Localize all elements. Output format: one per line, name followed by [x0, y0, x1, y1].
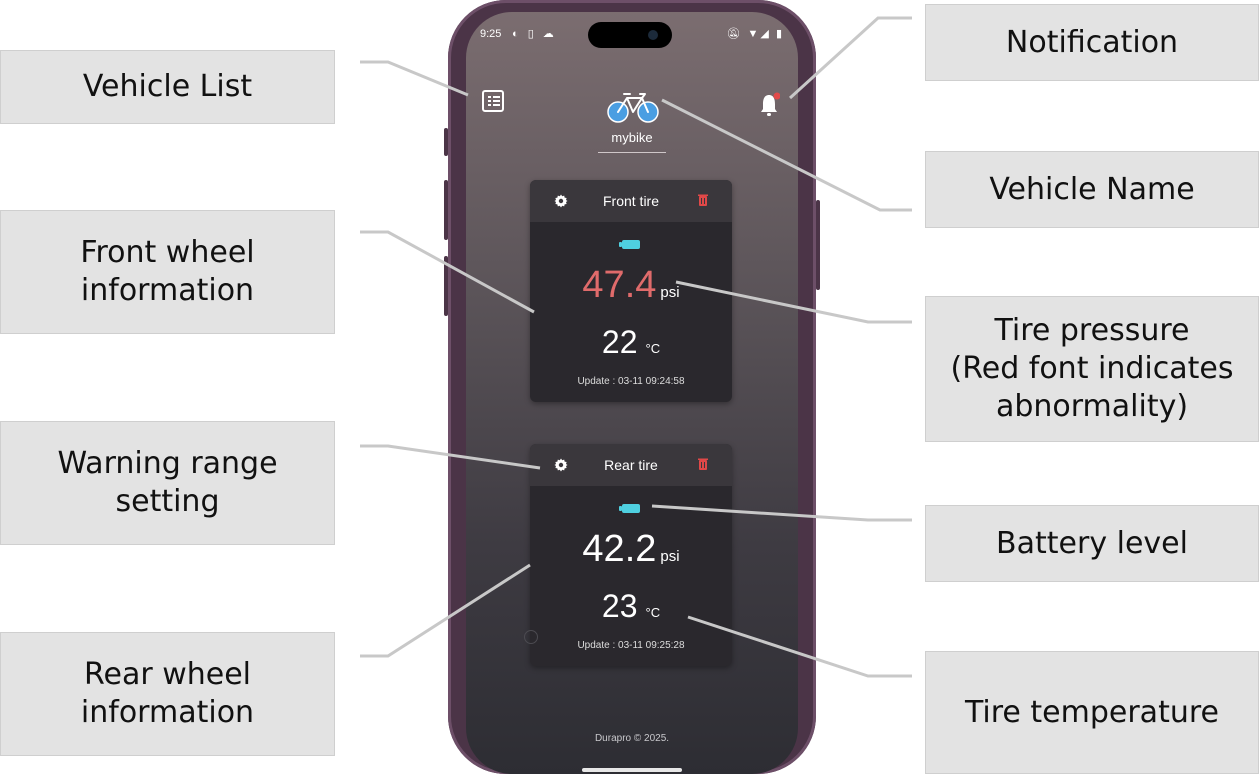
status-right-icons: 🔕︎ ▼◢ ▮	[726, 28, 784, 40]
front-temperature: 22 °C	[530, 324, 732, 361]
bike-icon	[607, 93, 659, 123]
status-left-icons: ◐ ▯ ☁	[512, 28, 557, 40]
callout-rear-wheel-info: Rear wheel information	[0, 632, 335, 756]
front-battery-icon	[619, 240, 640, 249]
callout-tire-temperature: Tire temperature	[925, 651, 1259, 774]
status-time: 9:25	[480, 28, 502, 40]
vehicle-list-icon[interactable]	[482, 90, 504, 112]
front-update-time: Update : 03-11 09:24:58	[577, 376, 685, 387]
rear-battery-icon	[619, 504, 640, 513]
camera-icon	[648, 30, 658, 40]
callout-vehicle-list: Vehicle List	[0, 50, 335, 124]
front-pressure: 47.4 psi	[530, 264, 732, 307]
callout-warning-range: Warning range setting	[0, 421, 335, 545]
rear-tire-card: Rear tire 42.2 psi 23 °C Update : 03-11 09…	[530, 444, 732, 666]
rear-temperature-unit: °C	[645, 605, 661, 620]
callout-notification: Notification	[925, 4, 1259, 81]
faint-circle-marker	[524, 630, 538, 644]
notification-bell-icon[interactable]	[758, 92, 780, 118]
front-pressure-unit: psi	[660, 284, 680, 301]
camera-island	[588, 22, 672, 48]
vehicle-name-underline	[598, 152, 666, 153]
rear-delete-trash-icon[interactable]	[698, 458, 708, 470]
front-delete-trash-icon[interactable]	[698, 194, 708, 206]
phone-side-button	[444, 128, 448, 156]
front-tire-card: Front tire 47.4 psi 22 °C Update : 03-11 0…	[530, 180, 732, 402]
rear-pressure: 42.2 psi	[530, 528, 732, 571]
rear-pressure-unit: psi	[660, 548, 680, 565]
app-screen: 9:25 ◐ ▯ ☁ 🔕︎ ▼◢ ▮ mybike Front tire 47.…	[466, 12, 798, 774]
rear-temperature: 23 °C	[530, 588, 732, 625]
phone-volume-up	[444, 180, 448, 240]
home-indicator[interactable]	[582, 768, 682, 772]
callout-tire-pressure: Tire pressure (Red font indicates abnorm…	[925, 296, 1259, 442]
phone-power-button	[816, 200, 820, 290]
callout-front-wheel-info: Front wheel information	[0, 210, 335, 334]
front-temperature-value: 22	[601, 324, 638, 360]
vehicle-name[interactable]: mybike	[596, 130, 668, 145]
footer-copyright: Durapro © 2025.	[594, 733, 670, 744]
rear-temperature-value: 23	[601, 588, 638, 624]
rear-update-time: Update : 03-11 09:25:28	[577, 640, 685, 651]
front-pressure-value: 47.4	[582, 264, 657, 306]
phone-volume-down	[444, 256, 448, 316]
rear-pressure-value: 42.2	[582, 528, 657, 570]
callout-battery-level: Battery level	[925, 505, 1259, 582]
front-temperature-unit: °C	[645, 341, 661, 356]
rear-tire-card-header: Rear tire	[530, 444, 732, 486]
callout-vehicle-name: Vehicle Name	[925, 151, 1259, 228]
front-tire-card-header: Front tire	[530, 180, 732, 222]
